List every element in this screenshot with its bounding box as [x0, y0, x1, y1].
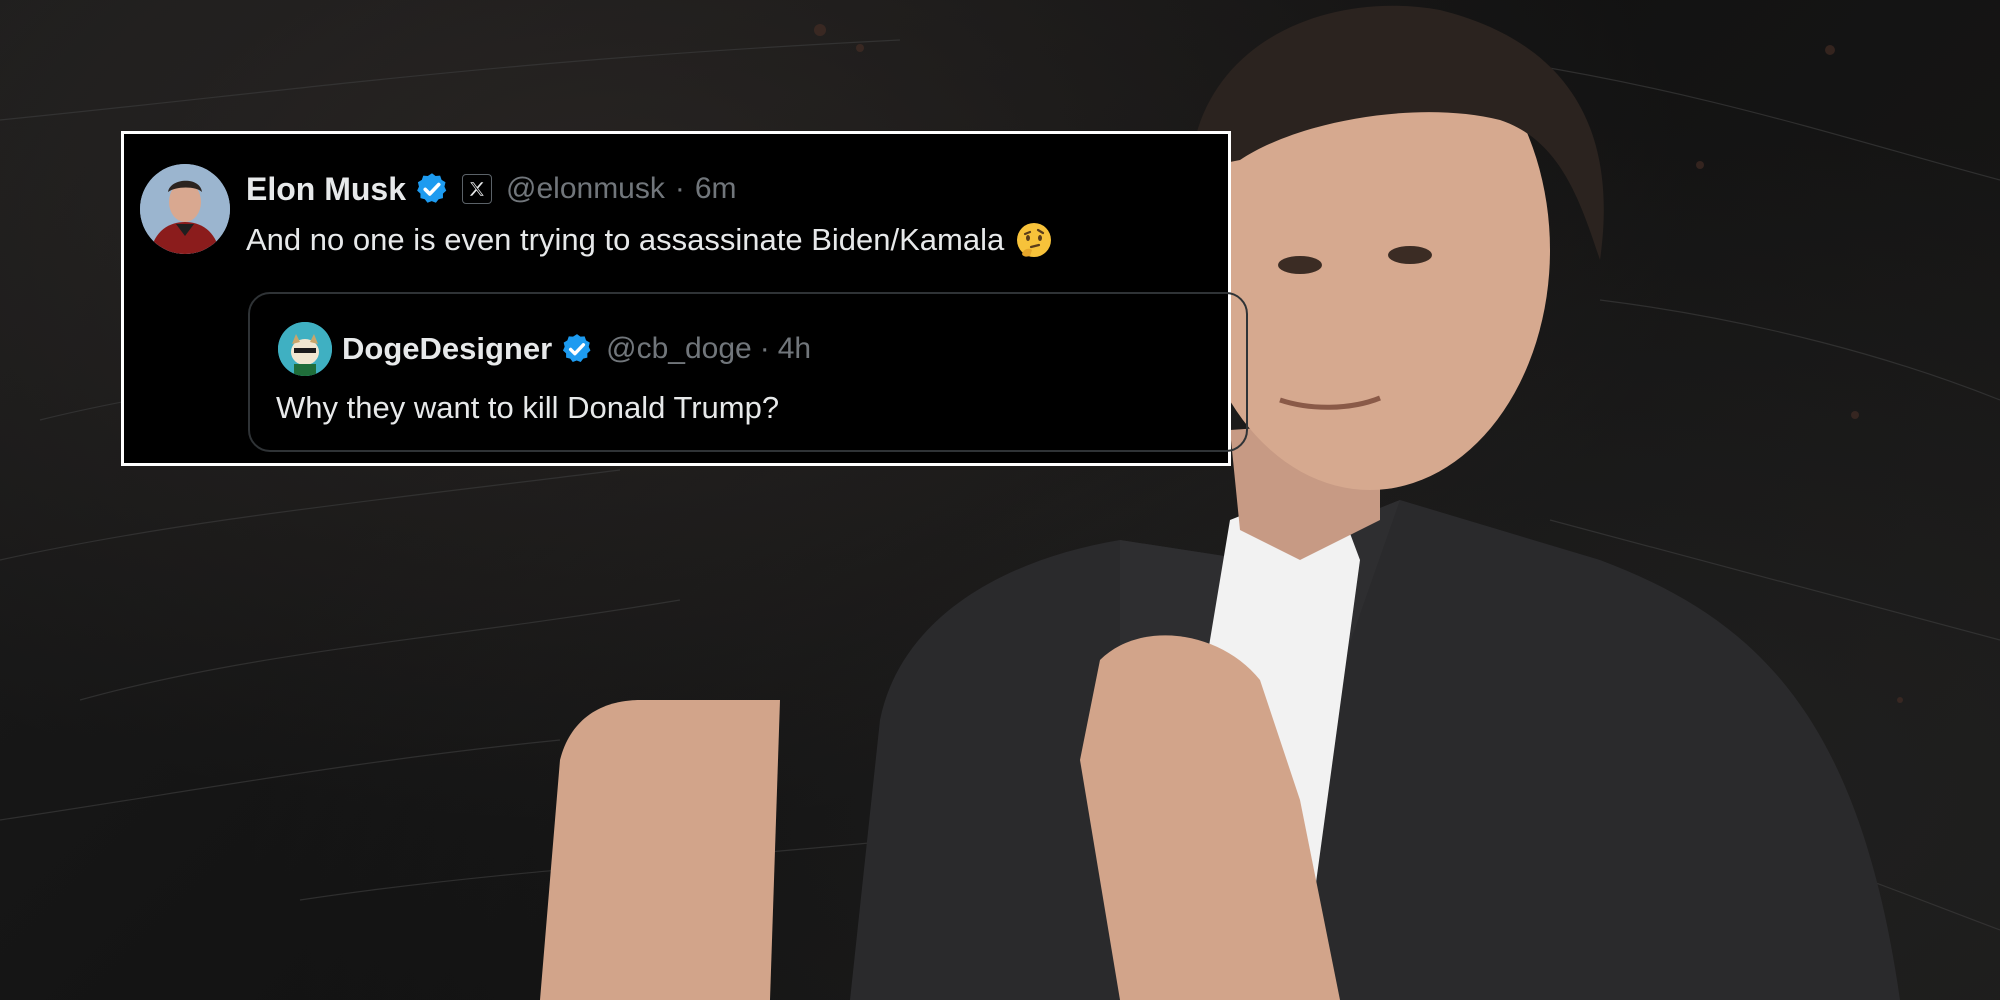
quoted-tweet-timestamp[interactable]: 4h	[778, 332, 811, 366]
tweet-text: And no one is even trying to assassinate…	[246, 220, 1054, 260]
quoted-tweet-card[interactable]: DogeDesigner @cb_doge · 4h Why they want…	[248, 292, 1248, 452]
author-name[interactable]: Elon Musk	[246, 171, 406, 208]
verified-badge-icon	[563, 334, 591, 363]
quoted-tweet-text: Why they want to kill Donald Trump?	[276, 390, 780, 425]
tweet-header: Elon Musk @elonmusk · 6m	[246, 164, 737, 214]
thinking-face-emoji	[1017, 223, 1052, 257]
tweet-card[interactable]: Elon Musk @elonmusk · 6m And no one is e…	[121, 131, 1248, 466]
x-logo-icon[interactable]	[462, 174, 493, 204]
quoted-time-separator: ·	[759, 332, 770, 365]
elon-musk-avatar[interactable]	[140, 164, 230, 254]
author-handle[interactable]: @elonmusk	[506, 172, 665, 206]
tweet-body: And no one is even trying to assassinate…	[246, 222, 1005, 257]
dogedesigner-avatar[interactable]	[278, 322, 332, 376]
tweet-timestamp[interactable]: 6m	[695, 172, 737, 206]
quoted-author-handle[interactable]: @cb_doge	[606, 332, 752, 366]
time-separator: ·	[674, 172, 685, 205]
quoted-tweet-header: DogeDesigner @cb_doge · 4h	[342, 322, 811, 376]
verified-badge-icon	[417, 173, 447, 203]
quoted-author-name[interactable]: DogeDesigner	[342, 331, 552, 367]
